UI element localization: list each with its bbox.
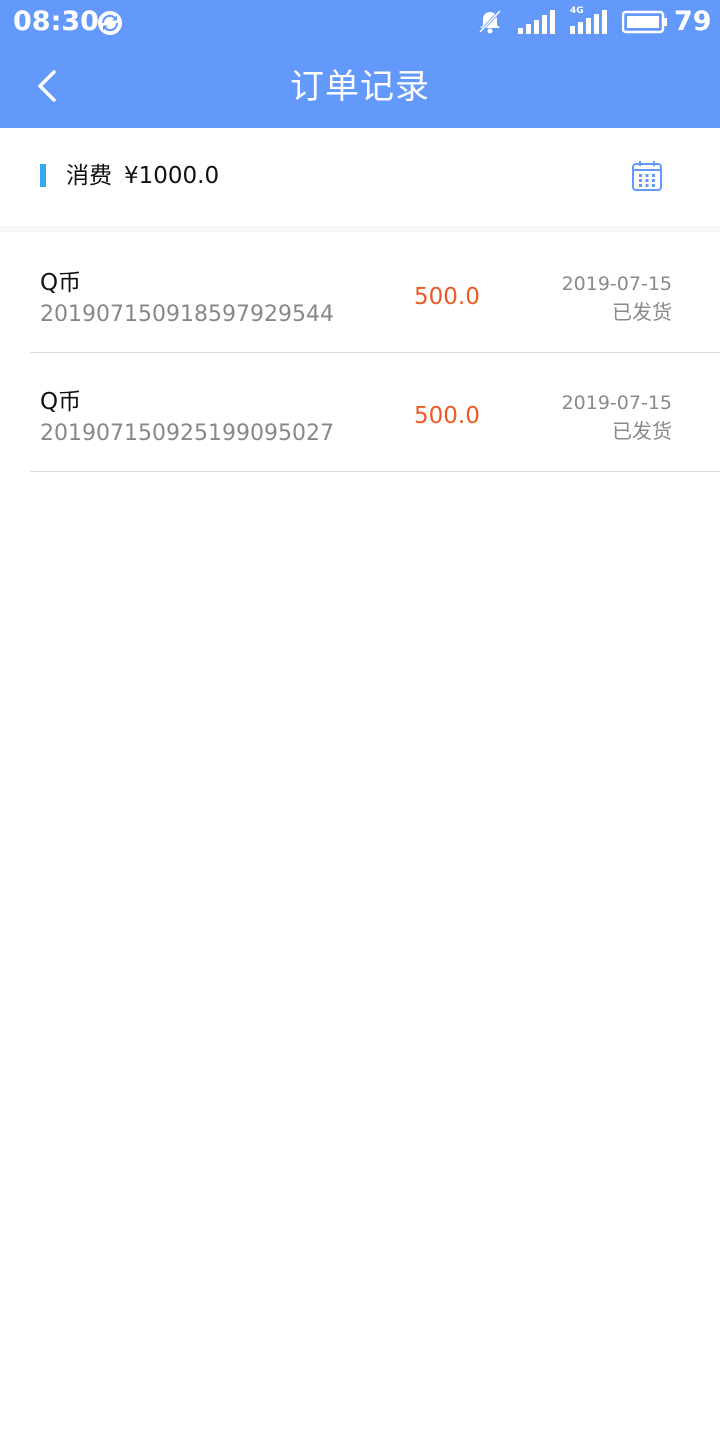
signal-4g-icon: 4G (570, 6, 610, 34)
section-divider (0, 226, 720, 232)
status-time: 08:30 (13, 6, 99, 37)
order-list-item[interactable]: Q币 201907150925199095027 500.0 2019-07-1… (30, 353, 720, 472)
order-name: Q币 (40, 389, 82, 415)
order-list-item[interactable]: Q币 201907150918597929544 500.0 2019-07-1… (30, 234, 720, 353)
summary-amount: ¥1000.0 (124, 163, 220, 189)
signal-icon (518, 10, 555, 34)
battery-level: 79 (674, 6, 712, 37)
page-title: 订单记录 (290, 67, 430, 107)
order-number: 201907150925199095027 (40, 421, 334, 446)
order-price: 500.0 (414, 403, 480, 429)
sync-icon (98, 11, 122, 35)
app-header: 08:30 4G 79 订单记录 (0, 0, 720, 128)
order-status: 已发货 (612, 300, 672, 324)
spending-summary: 消费 ¥1000.0 (0, 128, 720, 226)
summary-label: 消费 (66, 163, 112, 189)
order-name: Q币 (40, 270, 82, 296)
status-bar: 08:30 4G 79 (0, 0, 720, 46)
order-number: 201907150918597929544 (40, 302, 334, 327)
order-status: 已发货 (612, 419, 672, 443)
summary-accent-bar (40, 164, 46, 187)
mute-icon (478, 9, 502, 34)
order-date: 2019-07-15 (561, 273, 672, 295)
order-price: 500.0 (414, 284, 480, 310)
battery-icon (622, 10, 667, 34)
calendar-icon[interactable] (630, 159, 664, 193)
order-date: 2019-07-15 (561, 392, 672, 414)
